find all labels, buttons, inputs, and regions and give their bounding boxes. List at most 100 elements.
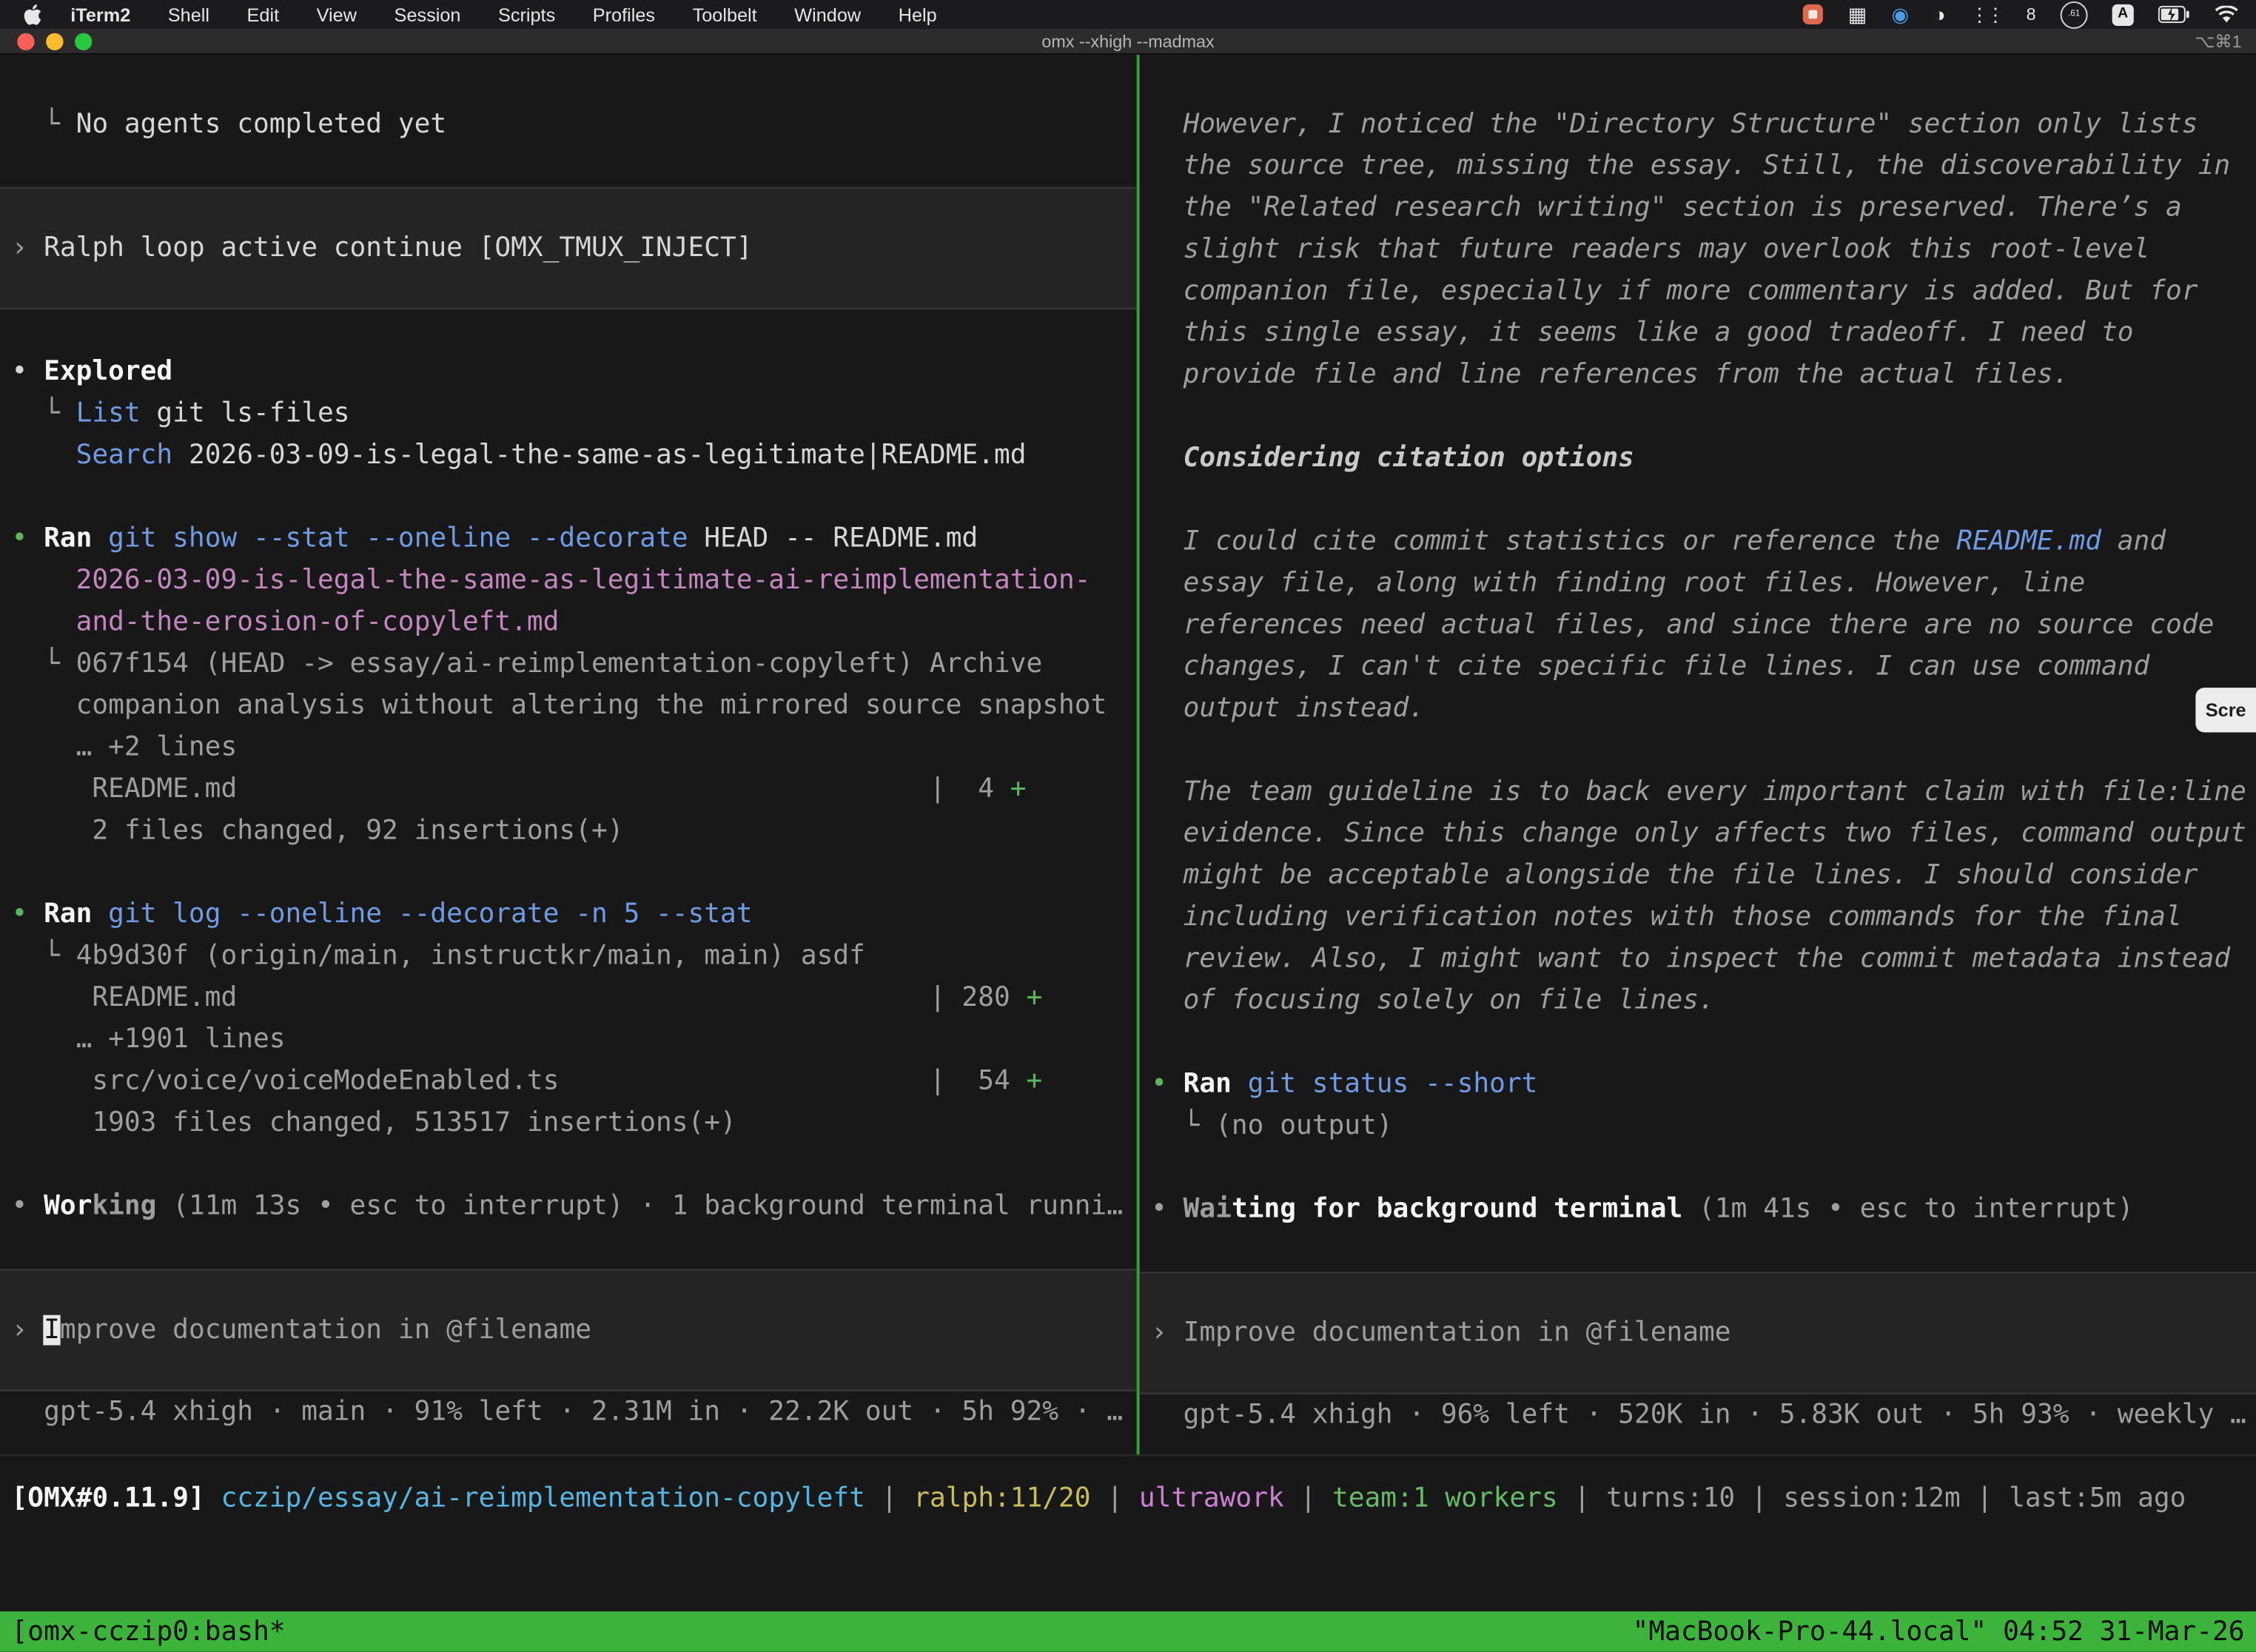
window-title: omx --xhigh --madmax — [0, 31, 2256, 51]
terminal-line: provide file and line references from th… — [1140, 354, 2256, 395]
menu-bar: iTerm2 Shell Edit View Session Scripts P… — [0, 0, 2256, 29]
terminal-line: might be acceptable alongside the file l… — [1140, 855, 2256, 896]
right-status-line: gpt-5.4 xhigh · 96% left · 520K in · 5.8… — [1140, 1394, 2256, 1436]
left-intro-lines: └ No agents completed yet — [0, 104, 1137, 145]
menu-item-window[interactable]: Window — [794, 4, 861, 25]
terminal-line — [1140, 479, 2256, 520]
terminal-line: • Explored — [0, 351, 1137, 392]
terminal-line: output instead. — [1140, 688, 2256, 729]
prompt-input-right[interactable]: › Improve documentation in @filename — [1140, 1272, 2256, 1394]
menu-item-edit[interactable]: Edit — [247, 4, 280, 25]
menu-item-profiles[interactable]: Profiles — [593, 4, 655, 25]
terminal-line: • Ran git status --short — [1140, 1064, 2256, 1105]
terminal-line: 2026-03-09-is-legal-the-same-as-legitima… — [0, 560, 1137, 601]
terminal-line: [OMX#0.11.9] cczip/essay/ai-reimplementa… — [0, 1477, 2256, 1519]
terminal-line: review. Also, I might want to inspect th… — [1140, 938, 2256, 979]
left-terminal-pane[interactable]: └ No agents completed yet › Ralph loop a… — [0, 55, 1137, 1454]
terminal-line: › Ralph loop active continue [OMX_TMUX_I… — [0, 227, 1137, 269]
tmux-status-bar: [omx-cczip0:bash* "MacBook-Pro-44.local"… — [0, 1611, 2256, 1651]
terminal-line: › Improve documentation in @filename — [0, 1309, 1137, 1351]
terminal-line: 1903 files changed, 513517 insertions(+) — [0, 1102, 1137, 1144]
dots-grid-icon[interactable]: ⋮⋮ — [1970, 5, 2002, 24]
window-shortcut: ⌥⌘1 — [2195, 31, 2241, 51]
terminal-line: companion file, especially if more comme… — [1140, 270, 2256, 312]
menu-item-shell[interactable]: Shell — [168, 4, 209, 25]
battery-icon[interactable] — [2158, 6, 2190, 23]
terminal-line: └ List git ls-files — [0, 393, 1137, 434]
terminal-line: › Improve documentation in @filename — [1140, 1312, 2256, 1354]
terminal-line: • Ran git show --stat --oneline --decora… — [0, 518, 1137, 560]
terminal-line: the source tree, missing the essay. Stil… — [1140, 145, 2256, 187]
blue-app-icon[interactable]: ◉ — [1891, 4, 1909, 24]
desktop: iTerm2 Shell Edit View Session Scripts P… — [0, 0, 2256, 1652]
terminal-line: • Working (11m 13s • esc to interrupt) ·… — [0, 1186, 1137, 1227]
terminal-line: Search 2026-03-09-is-legal-the-same-as-l… — [0, 434, 1137, 476]
terminal-line: and-the-erosion-of-copyleft.md — [0, 602, 1137, 643]
terminal-line: └ (no output) — [1140, 1105, 2256, 1146]
menu-item-view[interactable]: View — [317, 4, 357, 25]
terminal-line — [0, 1144, 1137, 1185]
apple-menu-icon[interactable] — [23, 4, 41, 25]
terminal-line — [1140, 396, 2256, 437]
terminal-line: However, I noticed the "Directory Struct… — [1140, 104, 2256, 145]
battery-gauge-value: .61 — [2068, 10, 2080, 19]
terminal-line: … +2 lines — [0, 727, 1137, 768]
terminal-line: companion analysis without altering the … — [0, 685, 1137, 726]
left-transcript: • Explored └ List git ls-files Search 20… — [0, 351, 1137, 1227]
battery-gauge-icon[interactable]: .61 — [2061, 1, 2088, 28]
prompt-input-left[interactable]: › Improve documentation in @filename — [0, 1269, 1137, 1391]
wifi-icon[interactable] — [2215, 5, 2239, 24]
terminal-line: evidence. Since this change only affects… — [1140, 813, 2256, 854]
menu-item-session[interactable]: Session — [395, 4, 461, 25]
terminal-line: └ 067f154 (HEAD -> essay/ai-reimplementa… — [0, 643, 1137, 685]
terminal-line: gpt-5.4 xhigh · 96% left · 520K in · 5.8… — [1140, 1394, 2256, 1436]
terminal-line: README.md | 4 + — [0, 768, 1137, 810]
terminal-line: this single essay, it seems like a good … — [1140, 312, 2256, 354]
terminal-line — [1140, 1146, 2256, 1188]
terminal-line — [1140, 730, 2256, 771]
menu-item-iterm2[interactable]: iTerm2 — [70, 4, 130, 25]
terminal-line: README.md | 280 + — [0, 977, 1137, 1018]
terminal-line: … +1901 lines — [0, 1018, 1137, 1060]
menu-item-scripts[interactable]: Scripts — [498, 4, 555, 25]
terminal-line: The team guideline is to back every impo… — [1140, 771, 2256, 813]
prompt-input-left-lines: › Improve documentation in @filename — [0, 1309, 1137, 1351]
terminal-line: Considering citation options — [1140, 437, 2256, 479]
keyboard-layout-icon[interactable]: A — [2112, 4, 2134, 25]
terminal-line: • Ran git log --oneline --decorate -n 5 … — [0, 893, 1137, 935]
terminal-line: • Waiting for background terminal (1m 41… — [1140, 1189, 2256, 1230]
terminal-panes: └ No agents completed yet › Ralph loop a… — [0, 55, 2256, 1456]
right-terminal-pane[interactable]: However, I noticed the "Directory Struct… — [1140, 55, 2256, 1454]
terminal-line: I could cite commit statistics or refere… — [1140, 521, 2256, 563]
prompt-input-right-lines: › Improve documentation in @filename — [1140, 1312, 2256, 1354]
terminal-line: including verification notes with those … — [1140, 896, 2256, 938]
terminal-line — [0, 476, 1137, 517]
terminal-line: └ 4b9d30f (origin/main, instructkr/main,… — [0, 936, 1137, 977]
menu-item-help[interactable]: Help — [899, 4, 937, 25]
ralph-loop-banner: › Ralph loop active continue [OMX_TMUX_I… — [0, 187, 1137, 309]
terminal-line: the "Related research writing" section i… — [1140, 187, 2256, 229]
shield-app-icon[interactable]: ◑ — [1933, 4, 1945, 24]
screenshot-popup[interactable]: Scre — [2195, 688, 2256, 732]
domino-icon[interactable]: 8 — [2027, 6, 2036, 23]
terminal-line: gpt-5.4 xhigh · main · 91% left · 2.31M … — [0, 1391, 1137, 1433]
tmux-host-clock: "MacBook-Pro-44.local" 04:52 31-Mar-26 — [1633, 1616, 2245, 1647]
menu-item-toolbelt[interactable]: Toolbelt — [693, 4, 757, 25]
grid-app-icon[interactable]: ▦ — [1848, 4, 1867, 24]
terminal-line: references need actual files, and since … — [1140, 604, 2256, 645]
screen: iTerm2 Shell Edit View Session Scripts P… — [0, 0, 2256, 1652]
terminal-line: src/voice/voiceModeEnabled.ts | 54 + — [0, 1061, 1137, 1102]
right-transcript: However, I noticed the "Directory Struct… — [1140, 104, 2256, 1230]
window-title-bar: omx --xhigh --madmax ⌥⌘1 — [0, 29, 2256, 55]
tmux-session-label: [omx-cczip0:bash* — [12, 1616, 286, 1647]
terminal-line — [1140, 1021, 2256, 1063]
terminal-line: essay file, along with finding root file… — [1140, 563, 2256, 604]
terminal-line: 2 files changed, 92 insertions(+) — [0, 810, 1137, 851]
screen-recording-indicator-icon[interactable] — [1803, 4, 1823, 24]
terminal-line: of focusing solely on file lines. — [1140, 980, 2256, 1021]
omx-status-bar: [OMX#0.11.9] cczip/essay/ai-reimplementa… — [0, 1477, 2256, 1519]
terminal-line: changes, I can't cite specific file line… — [1140, 646, 2256, 688]
left-status-line: gpt-5.4 xhigh · main · 91% left · 2.31M … — [0, 1391, 1137, 1433]
terminal-line — [0, 852, 1137, 893]
terminal-line: slight risk that future readers may over… — [1140, 229, 2256, 270]
